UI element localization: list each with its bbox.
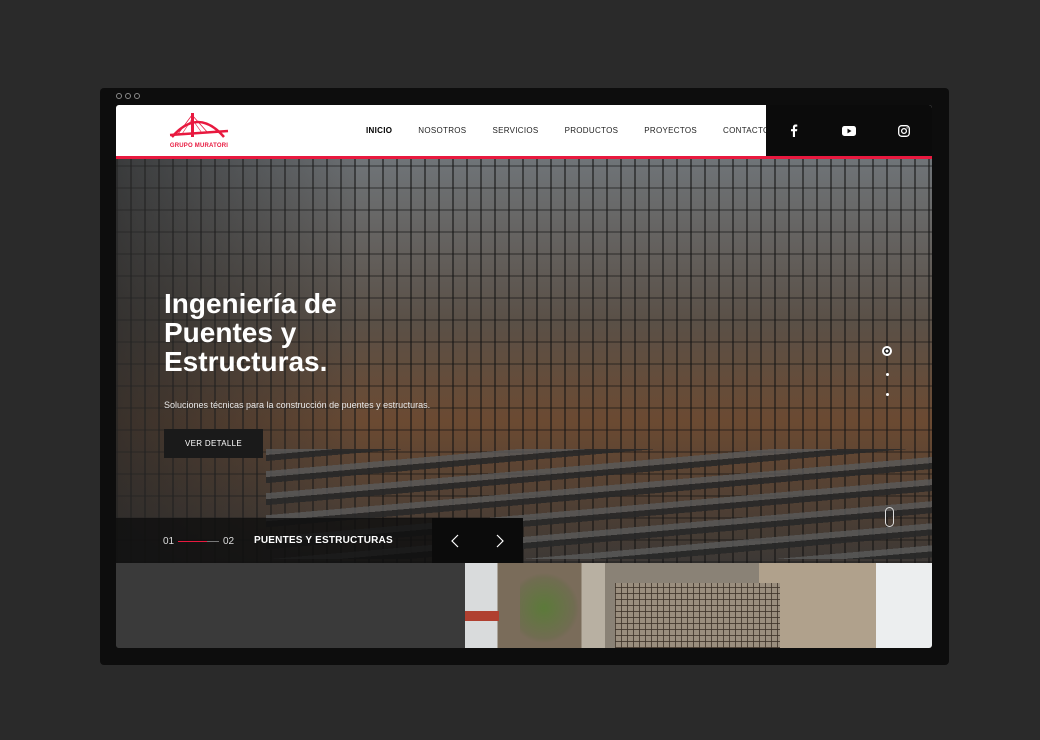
nav-item-proyectos[interactable]: PROYECTOS	[644, 126, 697, 135]
slide-progress-fill	[178, 541, 207, 542]
nav-item-servicios[interactable]: SERVICIOS	[492, 126, 538, 135]
nav-item-contacto[interactable]: CONTACTO	[723, 126, 770, 135]
youtube-icon[interactable]	[841, 123, 857, 139]
slide-progress	[178, 541, 219, 542]
hero-title-line: Puentes y	[164, 317, 297, 348]
logo[interactable]: GRUPO MURATORI	[168, 109, 230, 155]
slider-arrows	[432, 518, 523, 563]
aerial-site-image	[465, 563, 932, 648]
pager-dot-active[interactable]	[882, 346, 892, 356]
vegetation-shape	[520, 573, 580, 643]
window-dot[interactable]	[116, 93, 122, 99]
social-bar	[766, 105, 932, 156]
logo-text: GRUPO MURATORI	[169, 143, 229, 149]
window-controls	[116, 93, 140, 99]
slide-label: PUENTES Y ESTRUCTURAS	[254, 535, 393, 546]
hero-title: Ingeniería de Puentes y Estructuras.	[164, 289, 337, 376]
site-header: GRUPO MURATORI INICIO NOSOTROS SERVICIOS…	[116, 105, 932, 159]
instagram-icon[interactable]	[896, 123, 912, 139]
main-nav: INICIO NOSOTROS SERVICIOS PRODUCTOS PROY…	[366, 105, 796, 156]
browser-window: GRUPO MURATORI INICIO NOSOTROS SERVICIOS…	[100, 88, 949, 665]
website-screen: GRUPO MURATORI INICIO NOSOTROS SERVICIOS…	[116, 105, 932, 648]
slide-next-number: 02	[223, 536, 235, 547]
hero-title-line: Estructuras.	[164, 346, 328, 377]
scroll-mouse-icon	[885, 507, 894, 527]
window-dot[interactable]	[134, 93, 140, 99]
pager-dot[interactable]	[885, 373, 889, 376]
hero-subtitle: Soluciones técnicas para la construcción…	[164, 400, 431, 410]
pager-dot[interactable]	[885, 393, 889, 396]
roof-shape	[465, 611, 499, 621]
prev-slide-button[interactable]	[432, 518, 477, 563]
hero-slider: Ingeniería de Puentes y Estructuras. Sol…	[116, 159, 932, 563]
slide-current-number: 01	[163, 536, 175, 547]
nav-item-nosotros[interactable]: NOSOTROS	[418, 126, 466, 135]
chevron-left-icon	[450, 534, 458, 547]
ver-detalle-button[interactable]: VER DETALLE	[164, 429, 263, 458]
nav-item-inicio[interactable]: INICIO	[366, 126, 392, 135]
chevron-right-icon	[496, 534, 504, 547]
nav-item-productos[interactable]: PRODUCTOS	[565, 126, 619, 135]
bridge-logo-icon	[169, 113, 229, 138]
construction-grid	[615, 583, 780, 648]
hero-title-line: Ingeniería de	[164, 288, 337, 319]
content-panel	[116, 563, 465, 648]
facebook-icon[interactable]	[786, 123, 802, 139]
next-slide-button[interactable]	[477, 518, 522, 563]
window-dot[interactable]	[125, 93, 131, 99]
slide-info-bar: 01 02 PUENTES Y ESTRUCTURAS	[116, 518, 432, 563]
slide-pager	[882, 346, 892, 413]
